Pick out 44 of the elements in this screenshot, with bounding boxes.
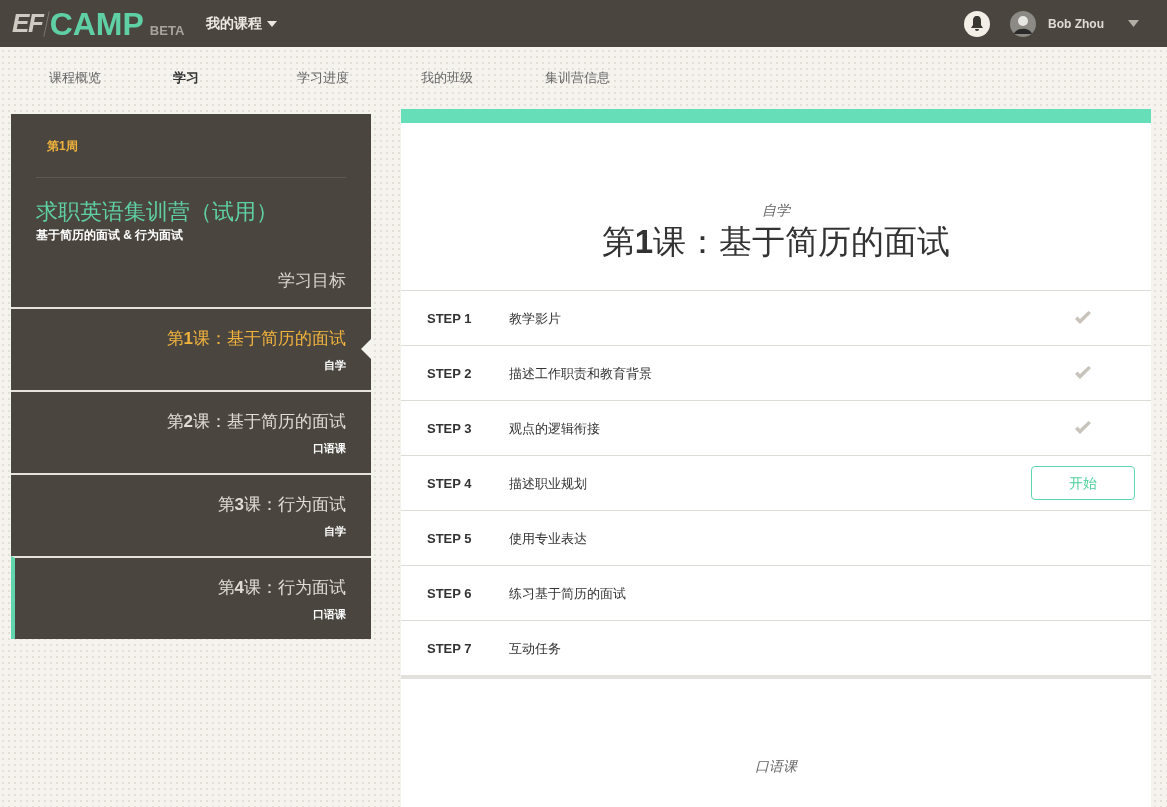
step-title[interactable]: 描述职业规划 bbox=[509, 473, 1023, 493]
nav-tab[interactable]: 集训营信息 bbox=[545, 68, 669, 88]
course-title: 求职英语集训营（试用） bbox=[36, 198, 279, 226]
step-title[interactable]: 描述工作职责和教育背景 bbox=[509, 363, 1023, 383]
user-name[interactable]: Bob Zhou bbox=[1048, 14, 1104, 33]
course-menu[interactable]: 我的课程 bbox=[206, 13, 278, 34]
pointer-icon bbox=[361, 339, 371, 359]
lesson-item[interactable]: 第2课：基于简历的面试 口语课 bbox=[11, 390, 371, 473]
caret-icon bbox=[267, 20, 278, 27]
step-title[interactable]: 练习基于简历的面试 bbox=[509, 583, 1023, 603]
logo-mark[interactable]: EF bbox=[12, 4, 43, 43]
bell-icon bbox=[970, 16, 984, 31]
avatar[interactable] bbox=[1010, 10, 1036, 37]
logo-text[interactable]: CAMP bbox=[49, 7, 144, 40]
step-number: STEP 1 bbox=[427, 309, 473, 328]
notification-button[interactable] bbox=[964, 10, 990, 37]
nav-tab[interactable]: 学习进度 bbox=[297, 68, 421, 88]
lesson-type: 口语课 bbox=[755, 757, 797, 777]
step-number: STEP 7 bbox=[427, 639, 473, 658]
step-title[interactable]: 使用专业表达 bbox=[509, 528, 1023, 548]
check-icon bbox=[1074, 366, 1092, 381]
lesson-item[interactable]: 第3课：行为面试 自学 bbox=[11, 473, 371, 556]
check-icon bbox=[1074, 311, 1092, 326]
check-icon bbox=[1074, 421, 1092, 436]
goals-link[interactable]: 学习目标 bbox=[278, 267, 346, 293]
lesson-item[interactable]: 第4课：行为面试 口语课 bbox=[11, 556, 371, 639]
step-number: STEP 4 bbox=[427, 474, 473, 493]
course-subtitle: 基于简历的面试 & 行为面试 bbox=[36, 226, 185, 244]
step-number: STEP 5 bbox=[427, 529, 473, 548]
lesson-item[interactable]: 第1课：基于简历的面试 自学 bbox=[11, 307, 371, 390]
step-title[interactable]: 互动任务 bbox=[509, 638, 1023, 658]
lesson-heading: 第1课：基于简历的面试 bbox=[601, 222, 951, 262]
lesson-type: 自学 bbox=[762, 201, 790, 220]
caret-icon[interactable] bbox=[1128, 20, 1139, 27]
step-title[interactable]: 教学影片 bbox=[509, 308, 1023, 328]
nav-tab[interactable]: 课程概览 bbox=[49, 68, 173, 88]
beta-label: BETA bbox=[149, 21, 185, 40]
step-number: STEP 2 bbox=[427, 364, 473, 383]
step-number: STEP 6 bbox=[427, 584, 473, 603]
step-number: STEP 3 bbox=[427, 419, 473, 438]
week-label: 第1周 bbox=[36, 114, 346, 178]
nav-tab[interactable]: 我的班级 bbox=[421, 68, 545, 88]
step-title[interactable]: 观点的逻辑衔接 bbox=[509, 418, 1023, 438]
nav-tab[interactable]: 学习 bbox=[173, 68, 297, 88]
